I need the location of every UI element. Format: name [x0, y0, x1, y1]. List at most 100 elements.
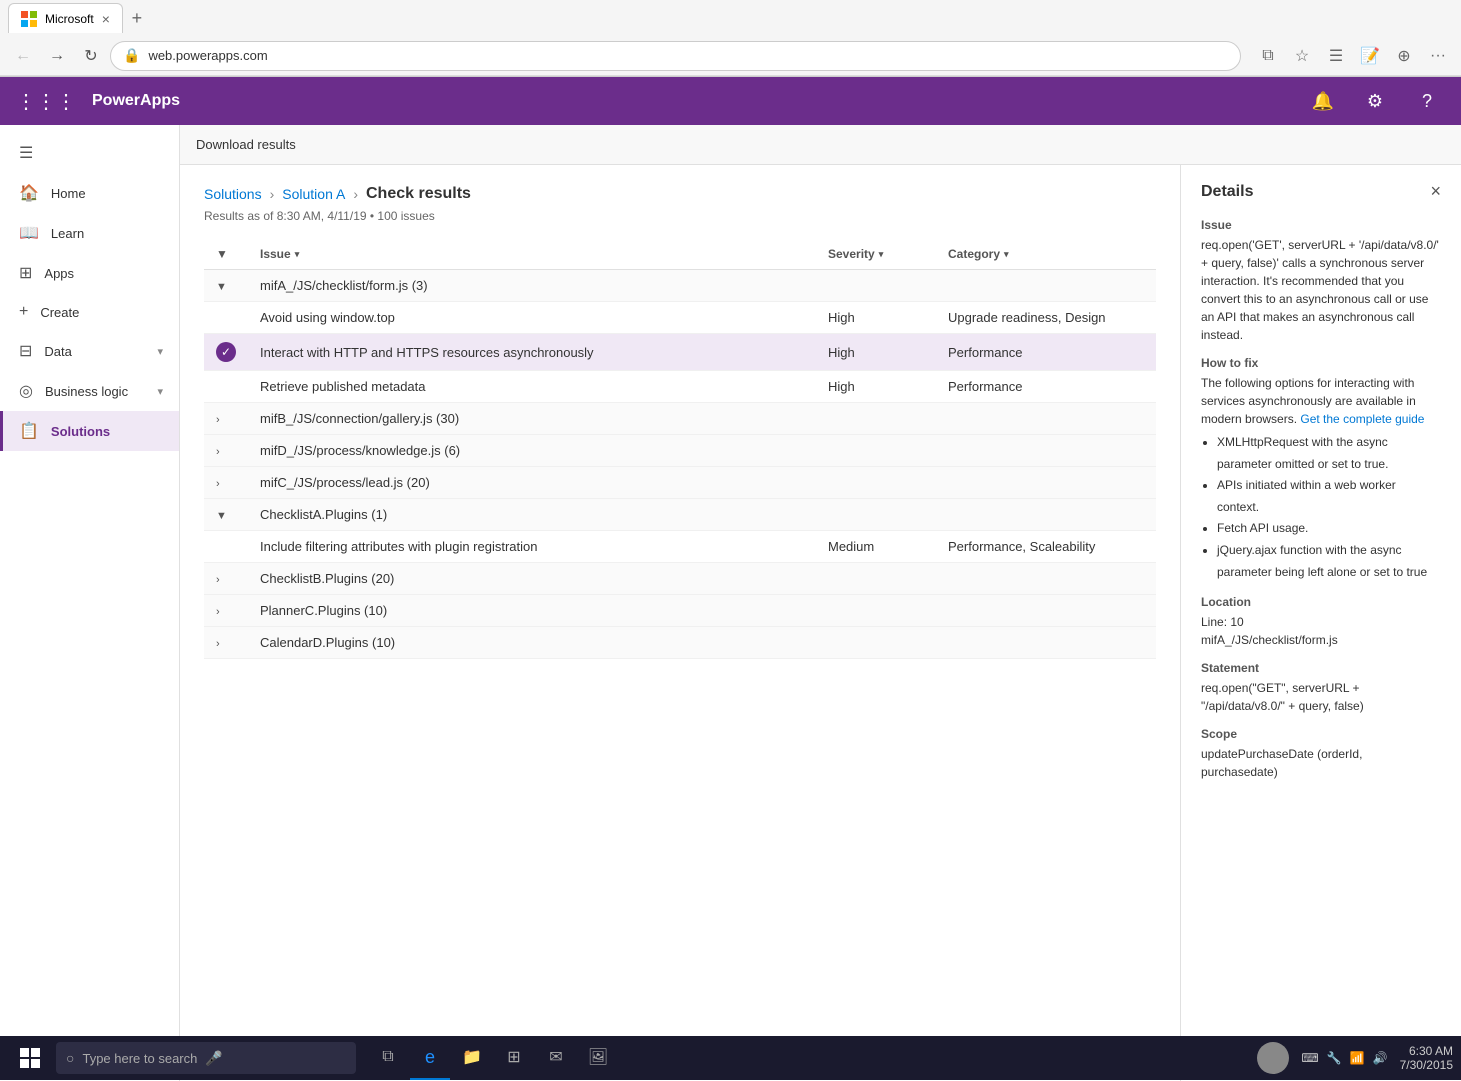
table-row[interactable]: ▼ ChecklistA.Plugins (1): [204, 499, 1156, 531]
edge-icon: e: [425, 1047, 435, 1068]
table-row[interactable]: Avoid using window.top High Upgrade read…: [204, 302, 1156, 334]
tab-close-button[interactable]: ×: [102, 11, 110, 27]
taskbar-clock[interactable]: 6:30 AM 7/30/2015: [1400, 1044, 1453, 1072]
favorites-button[interactable]: ☆: [1287, 41, 1317, 71]
browser-toolbar: ⧉ ☆ ☰ 📝 ⊕ ···: [1253, 41, 1453, 71]
details-howtofix-section: How to fix The following options for int…: [1201, 356, 1441, 583]
details-close-button[interactable]: ×: [1430, 181, 1441, 202]
expand-group-calendarD-icon[interactable]: ›: [216, 638, 220, 650]
share-button[interactable]: ⊕: [1389, 41, 1419, 71]
back-button[interactable]: ←: [8, 41, 38, 71]
collapse-group-checklistA-icon[interactable]: ▼: [216, 510, 227, 522]
grid-icon[interactable]: ⋮⋮⋮: [16, 89, 76, 114]
taskbar-app5-button[interactable]: 🖼: [578, 1036, 618, 1080]
menu-button[interactable]: ☰: [1321, 41, 1351, 71]
sidebar: ☰ 🏠 Home 📖 Learn ⊞ Apps + Create ⊟ Data: [0, 125, 180, 1081]
col-category[interactable]: Category ▾: [936, 239, 1156, 270]
taskbar-user-avatar[interactable]: [1257, 1042, 1289, 1074]
taskbar-edge-button[interactable]: e: [410, 1036, 450, 1080]
browser-tab[interactable]: Microsoft ×: [8, 3, 123, 33]
table-row[interactable]: ✓ Interact with HTTP and HTTPS resources…: [204, 334, 1156, 371]
list-item: XMLHttpRequest with the async parameter …: [1217, 432, 1441, 475]
sidebar-item-solutions[interactable]: 📋 Solutions: [0, 411, 179, 451]
taskbar-task-view[interactable]: ⧉: [368, 1036, 408, 1080]
learn-icon: 📖: [19, 223, 39, 243]
data-icon: ⊟: [19, 341, 32, 361]
sidebar-item-business-logic[interactable]: ◎ Business logic ▾: [0, 371, 179, 411]
notes-button[interactable]: 📝: [1355, 41, 1385, 71]
collapse-all-icon[interactable]: ▼: [216, 247, 228, 261]
severity-header-text: Severity: [828, 247, 875, 261]
settings-button[interactable]: ⚙: [1357, 83, 1393, 119]
start-button[interactable]: [8, 1036, 52, 1080]
details-location-file: mifA_/JS/checklist/form.js: [1201, 631, 1441, 649]
group-calendarD-name: CalendarD.Plugins (10): [248, 627, 1156, 659]
content-area: Download results Solutions › Solution A …: [180, 125, 1461, 1081]
sidebar-label-home: Home: [51, 186, 86, 201]
expand-group-mifB-icon[interactable]: ›: [216, 414, 220, 426]
more-button[interactable]: ···: [1423, 41, 1453, 71]
issue-cell: Retrieve published metadata: [248, 371, 816, 403]
table-row[interactable]: ▼ mifA_/JS/checklist/form.js (3): [204, 270, 1156, 302]
taskbar-explorer-button[interactable]: 📁: [452, 1036, 492, 1080]
list-item: jQuery.ajax function with the async para…: [1217, 540, 1441, 583]
taskbar-app3-button[interactable]: ⊞: [494, 1036, 534, 1080]
sidebar-item-learn[interactable]: 📖 Learn: [0, 213, 179, 253]
table-row[interactable]: › PlannerC.Plugins (10): [204, 595, 1156, 627]
windows-logo-icon: [20, 1048, 40, 1068]
results-meta: Results as of 8:30 AM, 4/11/19 • 100 iss…: [204, 209, 1156, 223]
split-view-button[interactable]: ⧉: [1253, 41, 1283, 71]
table-row[interactable]: › mifC_/JS/process/lead.js (20): [204, 467, 1156, 499]
table-row[interactable]: › mifB_/JS/connection/gallery.js (30): [204, 403, 1156, 435]
category-cell: Performance, Scaleability: [936, 531, 1156, 563]
severity-cell: High: [816, 371, 936, 403]
sidebar-item-data[interactable]: ⊟ Data ▾: [0, 331, 179, 371]
breadcrumb-solution-a[interactable]: Solution A: [282, 186, 345, 202]
breadcrumb-solutions[interactable]: Solutions: [204, 186, 262, 202]
results-table: ▼ Issue ▾ Sever: [204, 239, 1156, 659]
taskbar-search-box[interactable]: ○ Type here to search 🎤: [56, 1042, 356, 1074]
table-row[interactable]: Retrieve published metadata High Perform…: [204, 371, 1156, 403]
explorer-icon: 📁: [462, 1047, 482, 1067]
browser-title-bar: Microsoft × +: [0, 0, 1461, 36]
group-mifD-name: mifD_/JS/process/knowledge.js (6): [248, 435, 1156, 467]
tab-title: Microsoft: [45, 12, 94, 26]
taskbar-app4-button[interactable]: ✉: [536, 1036, 576, 1080]
taskbar-app-icons: ⧉ e 📁 ⊞ ✉ 🖼: [368, 1036, 618, 1080]
collapse-group-mifA-icon[interactable]: ▼: [216, 281, 227, 293]
table-row[interactable]: › CalendarD.Plugins (10): [204, 627, 1156, 659]
list-item: APIs initiated within a web worker conte…: [1217, 475, 1441, 518]
help-button[interactable]: ?: [1409, 83, 1445, 119]
category-header-text: Category: [948, 247, 1000, 261]
refresh-button[interactable]: ↻: [76, 41, 106, 71]
table-row[interactable]: › mifD_/JS/process/knowledge.js (6): [204, 435, 1156, 467]
expand-group-plannerC-icon[interactable]: ›: [216, 606, 220, 618]
microphone-icon[interactable]: 🎤: [205, 1050, 222, 1067]
col-collapse[interactable]: ▼: [204, 239, 248, 270]
table-row[interactable]: Include filtering attributes with plugin…: [204, 531, 1156, 563]
address-bar[interactable]: 🔒 web.powerapps.com: [110, 41, 1241, 71]
expand-group-checklistB-icon[interactable]: ›: [216, 574, 220, 586]
col-issue[interactable]: Issue ▾: [248, 239, 816, 270]
notifications-button[interactable]: 🔔: [1305, 83, 1341, 119]
task-view-icon: ⧉: [382, 1048, 393, 1066]
app4-icon: ✉: [549, 1047, 562, 1067]
browser-chrome: Microsoft × + ← → ↻ 🔒 web.powerapps.com …: [0, 0, 1461, 77]
sidebar-label-apps: Apps: [44, 266, 74, 281]
expand-group-mifD-icon[interactable]: ›: [216, 446, 220, 458]
taskbar-date-text: 7/30/2015: [1400, 1058, 1453, 1072]
table-row[interactable]: › ChecklistB.Plugins (20): [204, 563, 1156, 595]
new-tab-button[interactable]: +: [123, 4, 151, 32]
sidebar-label-learn: Learn: [51, 226, 84, 241]
category-cell: Performance: [936, 334, 1156, 371]
sidebar-item-create[interactable]: + Create: [0, 293, 179, 331]
col-severity[interactable]: Severity ▾: [816, 239, 936, 270]
sidebar-hamburger[interactable]: ☰: [0, 133, 179, 173]
get-guide-link[interactable]: Get the complete guide: [1300, 412, 1424, 426]
sidebar-item-home[interactable]: 🏠 Home: [0, 173, 179, 213]
sidebar-item-apps[interactable]: ⊞ Apps: [0, 253, 179, 293]
expand-group-mifC-icon[interactable]: ›: [216, 478, 220, 490]
breadcrumb-sep-2: ›: [353, 186, 358, 202]
group-mifB-name: mifB_/JS/connection/gallery.js (30): [248, 403, 1156, 435]
forward-button[interactable]: →: [42, 41, 72, 71]
